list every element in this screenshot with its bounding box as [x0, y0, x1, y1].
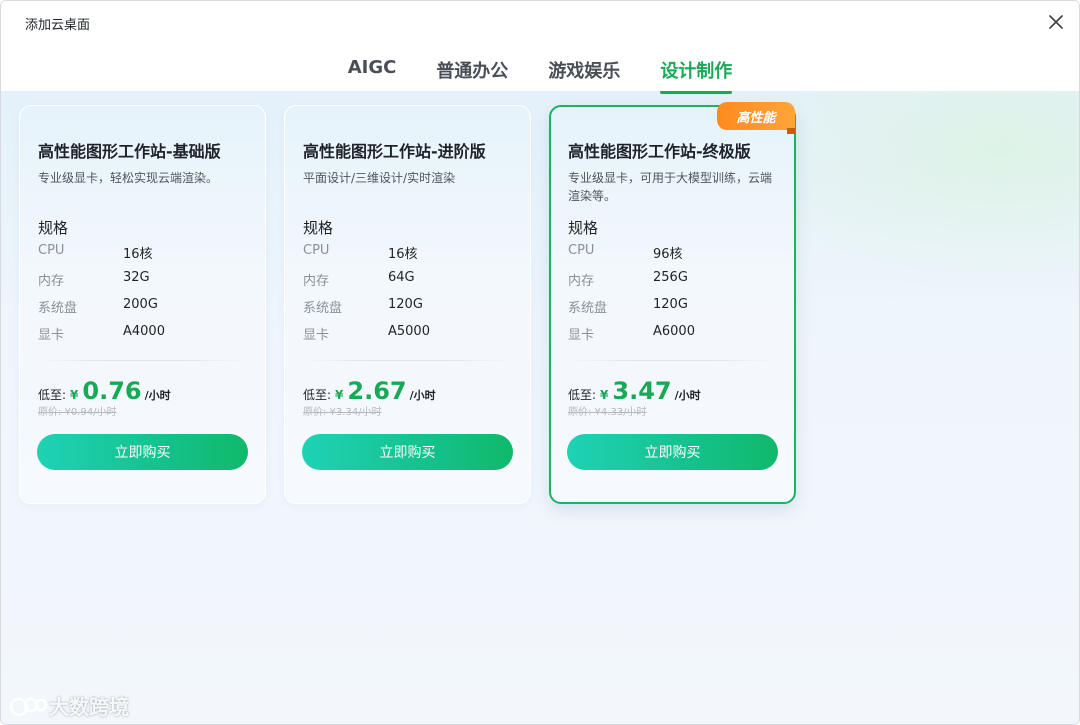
- price-unit: /小时: [409, 389, 436, 402]
- tab-office[interactable]: 普通办公: [416, 57, 528, 89]
- dialog-title: 添加云桌面: [25, 18, 91, 33]
- spec-value: 120G: [653, 297, 688, 312]
- spec-label: 内存: [303, 274, 330, 289]
- spec-label: 显卡: [303, 328, 330, 343]
- spec-row-gpu: 显卡 A6000: [568, 324, 768, 343]
- price-value: 3.47: [612, 377, 672, 405]
- tab-aigc[interactable]: AIGC: [328, 57, 417, 89]
- spec-label: 内存: [568, 274, 595, 289]
- price-prefix: 低至:: [568, 388, 597, 402]
- price-unit: /小时: [144, 389, 171, 402]
- watermark: 大数跨境: [9, 691, 129, 720]
- plan-title: 高性能图形工作站-进阶版: [303, 142, 486, 161]
- spec-value: 120G: [388, 297, 423, 312]
- spec-value: 64G: [388, 270, 415, 285]
- original-price: 原价: ¥0.94/小时: [38, 407, 117, 418]
- spec-row-disk: 系统盘 200G: [38, 297, 238, 316]
- spec-row-cpu: CPU 96核: [568, 243, 768, 262]
- buy-now-button[interactable]: 立即购买: [37, 434, 248, 470]
- price-prefix: 低至:: [38, 388, 67, 402]
- spec-heading: 规格: [303, 219, 334, 237]
- watermark-text: 大数跨境: [49, 695, 129, 719]
- price-row: 低至: ¥ 2.67 /小时: [303, 377, 436, 405]
- add-cloud-desktop-dialog: 添加云桌面 AIGC 普通办公 游戏娱乐 设计制作 高性能图形工作站-基础版 专…: [0, 0, 1080, 725]
- badge-fold: [787, 128, 795, 134]
- plan-card-ultimate[interactable]: 高性能 高性能图形工作站-终极版 专业级显卡，可用于大模型训练，云端渲染等。 规…: [549, 102, 796, 504]
- spec-label: 内存: [38, 274, 65, 289]
- spec-heading: 规格: [38, 219, 69, 237]
- category-tabs: AIGC 普通办公 游戏娱乐 设计制作: [1, 57, 1079, 94]
- spec-row-memory: 内存 256G: [568, 270, 768, 289]
- spec-label: CPU: [303, 243, 330, 258]
- price-value: 0.76: [82, 377, 142, 405]
- price-row: 低至: ¥ 3.47 /小时: [568, 377, 701, 405]
- spec-row-disk: 系统盘 120G: [303, 297, 503, 316]
- tab-design[interactable]: 设计制作: [640, 57, 752, 94]
- plan-title: 高性能图形工作站-终极版: [568, 142, 751, 161]
- original-price: 原价: ¥4.33/小时: [568, 407, 647, 418]
- spec-value: A6000: [653, 324, 695, 339]
- spec-row-gpu: 显卡 A5000: [303, 324, 503, 343]
- price-row: 低至: ¥ 0.76 /小时: [38, 377, 171, 405]
- currency-symbol: ¥: [335, 388, 344, 402]
- buy-now-button[interactable]: 立即购买: [302, 434, 513, 470]
- original-price: 原价: ¥3.34/小时: [303, 407, 382, 418]
- spec-value: 96核: [653, 247, 683, 262]
- watermark-logo-icon: [9, 697, 48, 716]
- divider: [303, 360, 512, 361]
- spec-value: 200G: [123, 297, 158, 312]
- plan-card-basic[interactable]: 高性能图形工作站-基础版 专业级显卡，轻松实现云端渲染。 规格 CPU 16核 …: [19, 105, 266, 504]
- tab-gaming[interactable]: 游戏娱乐: [528, 57, 640, 89]
- spec-value: A5000: [388, 324, 430, 339]
- high-performance-badge: 高性能: [717, 102, 795, 130]
- close-icon[interactable]: [1045, 11, 1067, 33]
- currency-symbol: ¥: [70, 388, 79, 402]
- spec-label: CPU: [38, 243, 65, 258]
- buy-now-button[interactable]: 立即购买: [567, 434, 778, 470]
- spec-value: 16核: [123, 247, 153, 262]
- spec-label: 系统盘: [38, 301, 78, 316]
- spec-heading: 规格: [568, 219, 599, 237]
- price-unit: /小时: [674, 389, 701, 402]
- plan-description: 专业级显卡，轻松实现云端渲染。: [38, 171, 219, 185]
- spec-row-cpu: CPU 16核: [303, 243, 503, 262]
- plan-description: 平面设计/三维设计/实时渲染: [303, 171, 456, 185]
- price-value: 2.67: [347, 377, 407, 405]
- plan-card-advanced[interactable]: 高性能图形工作站-进阶版 平面设计/三维设计/实时渲染 规格 CPU 16核 内…: [284, 105, 531, 504]
- spec-row-memory: 内存 64G: [303, 270, 503, 289]
- spec-value: 32G: [123, 270, 150, 285]
- spec-label: 系统盘: [568, 301, 608, 316]
- spec-label: 显卡: [568, 328, 595, 343]
- plan-title: 高性能图形工作站-基础版: [38, 142, 221, 161]
- dialog-header: 添加云桌面 AIGC 普通办公 游戏娱乐 设计制作: [1, 1, 1079, 94]
- spec-value: 256G: [653, 270, 688, 285]
- divider: [38, 360, 247, 361]
- currency-symbol: ¥: [600, 388, 609, 402]
- divider: [569, 360, 776, 361]
- spec-value: A4000: [123, 324, 165, 339]
- spec-label: 系统盘: [303, 301, 343, 316]
- spec-row-memory: 内存 32G: [38, 270, 238, 289]
- spec-label: CPU: [568, 243, 595, 258]
- plan-description: 专业级显卡，可用于大模型训练，云端渲染等。: [568, 171, 773, 203]
- spec-value: 16核: [388, 247, 418, 262]
- spec-row-gpu: 显卡 A4000: [38, 324, 238, 343]
- price-prefix: 低至:: [303, 388, 332, 402]
- spec-row-cpu: CPU 16核: [38, 243, 238, 262]
- spec-row-disk: 系统盘 120G: [568, 297, 768, 316]
- spec-label: 显卡: [38, 328, 65, 343]
